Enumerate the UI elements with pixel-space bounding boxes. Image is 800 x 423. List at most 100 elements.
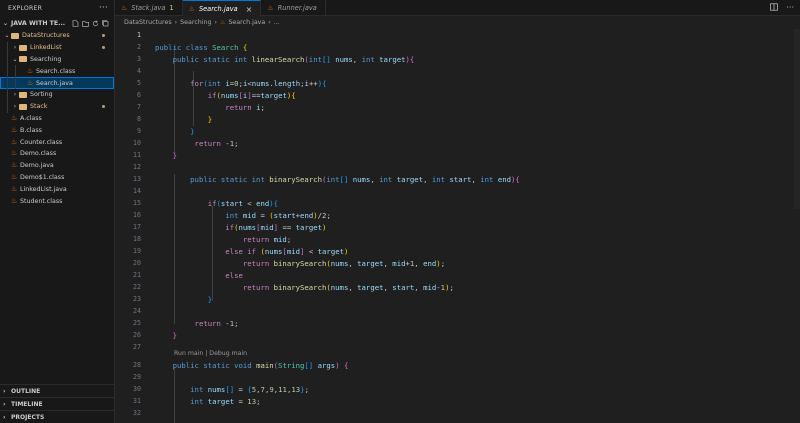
code-line: 25 return -1; bbox=[133, 318, 239, 328]
tree-item-label: A.class bbox=[20, 114, 42, 122]
code-line: 28 public static void main(String[] args… bbox=[133, 360, 349, 370]
indent-guide bbox=[7, 53, 8, 66]
java-file-icon: ♨ bbox=[11, 113, 18, 122]
tree-item-label: Stack bbox=[30, 103, 48, 111]
java-file-icon: ♨ bbox=[11, 196, 18, 205]
code-line: 31 int target = 13; bbox=[133, 396, 261, 406]
section-outline[interactable]: › OUTLINE bbox=[0, 384, 115, 397]
java-file-icon: ♨ bbox=[11, 172, 18, 181]
tree-item-label: Search.class bbox=[36, 67, 76, 75]
chevron-down-icon: ⌄ bbox=[4, 32, 10, 40]
tree-file[interactable]: ♨ A.class bbox=[0, 113, 114, 125]
indent-guide bbox=[7, 88, 8, 101]
sidebar-sections: › OUTLINE › TIMELINE › PROJECTS bbox=[0, 384, 115, 423]
code-line: 5 for(int i=0;i<nums.length;i++){ bbox=[137, 78, 327, 88]
problem-count-badge: 1 bbox=[169, 4, 174, 12]
code-line: 1 bbox=[137, 31, 141, 39]
close-icon[interactable]: × bbox=[246, 5, 253, 14]
code-line: 4 bbox=[137, 67, 141, 75]
workspace-header[interactable]: ⌄ JAVA WITH TE... bbox=[0, 16, 114, 30]
code-line: 16 int mid = (start+end)/2; bbox=[133, 210, 331, 220]
tree-folder[interactable]: ⌄ DataStructures bbox=[0, 30, 114, 42]
chevron-right-icon: › bbox=[174, 19, 178, 26]
tree-file[interactable]: ♨ Counter.class bbox=[0, 136, 114, 148]
new-file-icon[interactable] bbox=[72, 19, 79, 27]
breadcrumb-item[interactable]: ... bbox=[274, 19, 280, 26]
code-line: 29 bbox=[133, 373, 141, 381]
tree-item-label: Demo.class bbox=[20, 150, 57, 158]
codelens-run-debug[interactable]: Run main | Debug main bbox=[174, 350, 247, 357]
tree-file[interactable]: ♨ Demo.class bbox=[0, 148, 114, 160]
tree-item-label: DataStructures bbox=[22, 32, 70, 40]
section-timeline[interactable]: › TIMELINE bbox=[0, 397, 115, 410]
breadcrumb-item[interactable]: Search.java bbox=[228, 19, 265, 26]
tree-folder[interactable]: › Sorting bbox=[0, 88, 114, 101]
modified-dot bbox=[102, 46, 105, 50]
tree-item-label: Searching bbox=[30, 55, 62, 63]
code-line: 21 else bbox=[133, 270, 243, 280]
indent-guide bbox=[15, 65, 16, 78]
more-actions-icon[interactable]: ··· bbox=[786, 3, 794, 12]
tree-file[interactable]: ♨ Search.class bbox=[0, 65, 114, 78]
tree-item-label: Search.java bbox=[36, 79, 73, 87]
section-projects[interactable]: › PROJECTS bbox=[0, 410, 115, 423]
code-line: 10 return -1; bbox=[133, 138, 239, 148]
code-line: 11 } bbox=[133, 150, 177, 160]
tree-file[interactable]: ♨ Search.java bbox=[0, 77, 114, 89]
tree-item-label: Student.class bbox=[20, 197, 63, 205]
tree-item-label: LinkedList bbox=[30, 44, 62, 52]
java-file-icon: ♨ bbox=[27, 66, 34, 75]
java-file-icon: ♨ bbox=[11, 149, 18, 158]
tree-item-label: Counter.class bbox=[20, 138, 63, 146]
folder-icon bbox=[11, 32, 19, 39]
editor-actions: ··· bbox=[770, 0, 800, 15]
code-line: 22 return binarySearch(nums, target, sta… bbox=[133, 282, 454, 292]
code-line: 17 if(nums[mid] == target) bbox=[133, 222, 327, 232]
collapse-all-icon[interactable] bbox=[102, 19, 109, 27]
indent-guide bbox=[7, 77, 8, 89]
explorer-header: EXPLORER ··· bbox=[0, 0, 114, 16]
code-line: 30 int nums[] = {5,7,9,11,13}; bbox=[133, 384, 309, 394]
chevron-right-icon: › bbox=[3, 400, 6, 408]
modified-dot bbox=[102, 105, 105, 109]
code-line: 8 } bbox=[137, 114, 213, 124]
tree-file[interactable]: ♨ B.class bbox=[0, 124, 114, 136]
tab-stack-java[interactable]: ♨ Stack.java 1 bbox=[115, 0, 183, 16]
tree-file[interactable]: ♨ Demo.java bbox=[0, 160, 114, 172]
chevron-right-icon: › bbox=[268, 19, 271, 26]
refresh-icon[interactable] bbox=[92, 20, 99, 27]
java-file-icon: ♨ bbox=[11, 137, 18, 146]
tab-search-java[interactable]: ♨ Search.java × bbox=[182, 0, 262, 17]
code-line: 13 public static int binarySearch(int[] … bbox=[133, 174, 520, 184]
indent-guide bbox=[7, 65, 8, 78]
folder-icon bbox=[19, 56, 27, 63]
code-line: 7 return i; bbox=[137, 102, 265, 112]
tree-item-label: Sorting bbox=[30, 91, 53, 99]
split-editor-icon[interactable] bbox=[770, 2, 779, 13]
code-editor[interactable]: 1 2 public class Search { 3 public static… bbox=[115, 29, 800, 423]
tree-file[interactable]: ♨ Demo$1.class bbox=[0, 172, 114, 184]
folder-icon bbox=[19, 103, 27, 110]
tab-runner-java[interactable]: ♨ Runner.java bbox=[261, 0, 326, 16]
new-folder-icon[interactable] bbox=[82, 20, 89, 27]
code-line: 19 else if (nums[mid] < target) bbox=[133, 246, 349, 256]
tree-file[interactable]: ♨ Student.class bbox=[0, 195, 114, 207]
more-actions-icon[interactable]: ··· bbox=[99, 3, 108, 13]
code-line: 20 return binarySearch(nums, target, mid… bbox=[133, 258, 446, 268]
java-file-icon: ♨ bbox=[220, 19, 226, 26]
code-line: 14 bbox=[133, 187, 141, 195]
tree-file[interactable]: ♨ LinkedList.java bbox=[0, 183, 114, 195]
tree-folder[interactable]: › Stack bbox=[0, 100, 114, 113]
java-file-icon: ♨ bbox=[27, 78, 34, 87]
tree-folder[interactable]: ⌄ Searching bbox=[0, 53, 114, 66]
breadcrumb-item[interactable]: DataStructures bbox=[124, 19, 172, 26]
java-file-icon: ♨ bbox=[121, 4, 128, 12]
chevron-down-icon: ⌄ bbox=[12, 55, 18, 63]
code-line: 6 if(nums[i]==target){ bbox=[137, 90, 296, 100]
tab-bar: ♨ Stack.java 1 ♨ Search.java × ♨ Runner.… bbox=[115, 0, 800, 17]
breadcrumb-item[interactable]: Searching bbox=[180, 19, 211, 26]
breadcrumb: DataStructures › Searching › ♨ Search.ja… bbox=[115, 16, 800, 29]
tree-folder[interactable]: › LinkedList bbox=[0, 41, 114, 54]
scrollbar[interactable] bbox=[794, 29, 800, 209]
code-line: 26 } bbox=[133, 330, 177, 340]
